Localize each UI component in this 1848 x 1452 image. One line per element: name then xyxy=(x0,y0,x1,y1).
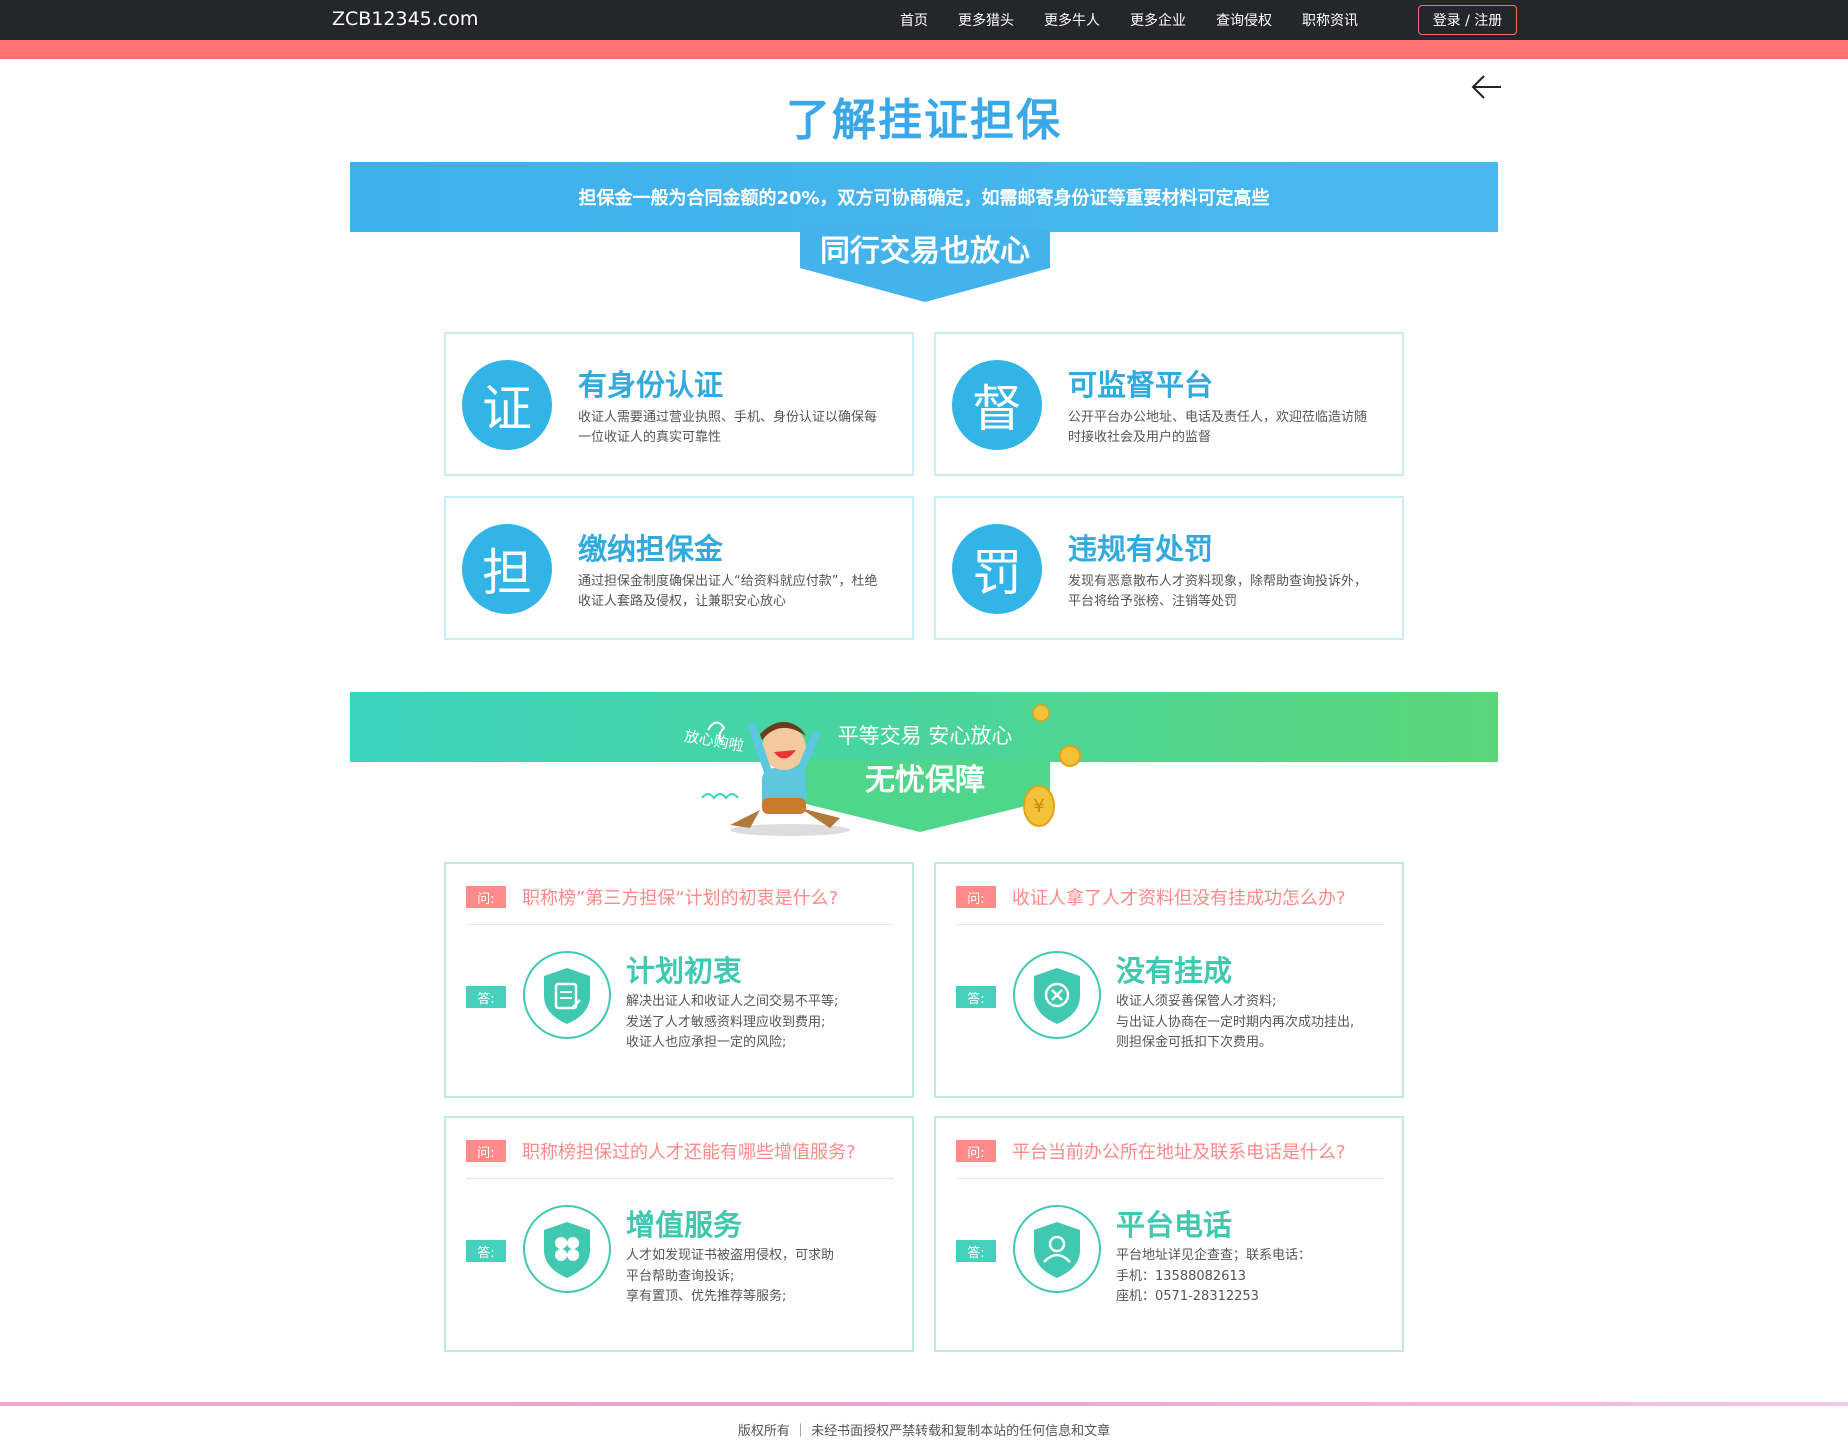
mascot-illustration-icon xyxy=(701,721,850,836)
page-title: 了解挂证担保 xyxy=(786,95,1062,146)
identity-icon: 证 xyxy=(462,360,552,450)
question-badge: 问: xyxy=(466,886,506,908)
answer-line: 人才如发现证书被盗用侵权，可求助 xyxy=(626,1248,835,1263)
accent-band xyxy=(0,40,1848,59)
answer-line: 解决出证人和收证人之间交易不平等; xyxy=(626,994,839,1009)
svg-text:¥: ¥ xyxy=(1033,796,1044,817)
feature-card-identity: 证 有身份认证 收证人需要通过营业执照、手机、身份认证以确保每一位收证人的真实可… xyxy=(444,332,914,476)
feature-desc: 发现有恶意散布人才资料现象，除帮助查询投诉外，平台将给予张榜、注销等处罚 xyxy=(1068,574,1368,609)
back-arrow-icon[interactable] xyxy=(1470,70,1504,104)
qa-card-services: 问: 职称榜担保过的人才还能有哪些增值服务? 答: 增值服务 人才如发现证书被盗… xyxy=(444,1116,914,1352)
feature-title: 有身份认证 xyxy=(578,368,724,402)
feature-card-supervision: 督 可监督平台 公开平台办公地址、电话及责任人，欢迎莅临造访随时接收社会及用户的… xyxy=(934,332,1404,476)
answer-desc: 解决出证人和收证人之间交易不平等; 发送了人才敏感资料理应收到费用; 收证人也应… xyxy=(626,992,906,1054)
banner-tab-text: 同行交易也放心 xyxy=(820,234,1030,269)
question-badge: 问: xyxy=(466,1140,506,1162)
answer-line: 座机：0571-28312253 xyxy=(1116,1289,1259,1304)
nav-more-headhunters[interactable]: 更多猎头 xyxy=(958,10,1014,30)
answer-title: 平台电话 xyxy=(1116,1208,1233,1242)
nav-home[interactable]: 首页 xyxy=(900,10,928,30)
feature-card-penalty: 罚 违规有处罚 发现有恶意散布人才资料现象，除帮助查询投诉外，平台将给予张榜、注… xyxy=(934,496,1404,640)
qa-card-failed: 问: 收证人拿了人才资料但没有挂成功怎么办? 答: 没有挂成 收证人须妥善保管人… xyxy=(934,862,1404,1098)
supervise-icon: 督 xyxy=(952,360,1042,450)
answer-desc: 平台地址详见企查查；联系电话： 手机：13588082613 座机：0571-2… xyxy=(1116,1246,1396,1308)
cancel-shield-icon xyxy=(1013,951,1101,1039)
answer-line: 发送了人才敏感资料理应收到费用; xyxy=(626,1014,826,1030)
qa-card-plan: 问: 职称榜”第三方担保“计划的初衷是什么? 答: 计划初衷 解决出证人和收证人… xyxy=(444,862,914,1098)
nav-more-companies[interactable]: 更多企业 xyxy=(1130,10,1186,30)
answer-title: 没有挂成 xyxy=(1116,954,1233,988)
feature-desc: 公开平台办公地址、电话及责任人，欢迎莅临造访随时接收社会及用户的监督 xyxy=(1068,410,1368,445)
answer-desc: 收证人须妥善保管人才资料; 与出证人协商在一定时期内再次成功挂出, 则担保金可抵… xyxy=(1116,992,1396,1054)
divider xyxy=(956,1178,1384,1179)
answer-line: 与出证人协商在一定时期内再次成功挂出, xyxy=(1116,1014,1355,1030)
feature-title: 缴纳担保金 xyxy=(578,532,724,566)
divider xyxy=(466,1178,894,1179)
answer-badge: 答: xyxy=(956,1240,996,1262)
penalty-icon: 罚 xyxy=(952,524,1042,614)
question-badge: 问: xyxy=(956,886,996,908)
yuan-coin-icon: ¥ xyxy=(1023,785,1055,827)
guarantee-banner-text: 担保金一般为合同金额的20%，双方可协商确定，如需邮寄身份证等重要材料可定高些 xyxy=(578,188,1270,209)
guarantee-banner: 担保金一般为合同金额的20%，双方可协商确定，如需邮寄身份证等重要材料可定高些 xyxy=(350,162,1498,232)
answer-title: 增值服务 xyxy=(626,1208,743,1242)
question-text: 职称榜”第三方担保“计划的初衷是什么? xyxy=(522,888,839,909)
question-badge: 问: xyxy=(956,1140,996,1162)
nav-check-infringement[interactable]: 查询侵权 xyxy=(1216,10,1272,30)
answer-badge: 答: xyxy=(466,986,506,1008)
question-text: 收证人拿了人才资料但没有挂成功怎么办? xyxy=(1012,888,1346,909)
qa-card-contact: 问: 平台当前办公所在地址及联系电话是什么? 答: 平台电话 平台地址详见企查查… xyxy=(934,1116,1404,1352)
answer-badge: 答: xyxy=(466,1240,506,1262)
answer-line: 享有置顶、优先推荐等服务; xyxy=(626,1289,787,1304)
answer-badge: 答: xyxy=(956,986,996,1008)
answer-line: 收证人须妥善保管人才资料; xyxy=(1116,994,1277,1009)
feature-title: 违规有处罚 xyxy=(1068,532,1214,566)
answer-line: 则担保金可抵扣下次费用。 xyxy=(1116,1035,1273,1050)
divider xyxy=(466,924,894,925)
feature-desc: 通过担保金制度确保出证人“给资料就应付款”，杜绝收证人套路及侵权，让兼职安心放心 xyxy=(578,574,878,609)
clover-shield-icon xyxy=(523,1205,611,1293)
coin-icon xyxy=(1032,704,1050,722)
divider xyxy=(956,924,1384,925)
brand-logo[interactable]: ZCB12345.com xyxy=(332,8,478,30)
feature-title: 可监督平台 xyxy=(1068,368,1214,402)
copyright-text: 版权所有 ｜ 未经书面授权严禁转载和复制本站的任何信息和文章 xyxy=(737,1424,1111,1439)
question-text: 职称榜担保过的人才还能有哪些增值服务? xyxy=(522,1142,856,1163)
nav-links: 首页 更多猎头 更多牛人 更多企业 查询侵权 职称资讯 xyxy=(900,0,1358,40)
coin-icon xyxy=(1059,745,1081,767)
answer-desc: 人才如发现证书被盗用侵权，可求助 平台帮助查询投诉; 享有置顶、优先推荐等服务; xyxy=(626,1246,906,1308)
footer-divider xyxy=(0,1402,1848,1406)
nav-title-news[interactable]: 职称资讯 xyxy=(1302,10,1358,30)
answer-line: 收证人也应承担一定的风险; xyxy=(626,1035,787,1050)
login-register-button[interactable]: 登录 / 注册 xyxy=(1418,5,1517,35)
answer-line: 手机：13588082613 xyxy=(1116,1268,1246,1284)
top-nav: ZCB12345.com 首页 更多猎头 更多牛人 更多企业 查询侵权 职称资讯… xyxy=(0,0,1848,40)
user-shield-icon xyxy=(1013,1205,1101,1293)
feature-card-deposit: 担 缴纳担保金 通过担保金制度确保出证人“给资料就应付款”，杜绝收证人套路及侵权… xyxy=(444,496,914,640)
feature-desc: 收证人需要通过营业执照、手机、身份认证以确保每一位收证人的真实可靠性 xyxy=(578,410,878,445)
answer-line: 平台地址详见企查查；联系电话： xyxy=(1116,1248,1312,1263)
guarantee-icon: 担 xyxy=(462,524,552,614)
answer-line: 平台帮助查询投诉; xyxy=(626,1268,735,1284)
question-text: 平台当前办公所在地址及联系电话是什么? xyxy=(1012,1142,1346,1163)
answer-title: 计划初衷 xyxy=(626,954,743,988)
document-shield-icon xyxy=(523,951,611,1039)
nav-more-talent[interactable]: 更多牛人 xyxy=(1044,10,1100,30)
